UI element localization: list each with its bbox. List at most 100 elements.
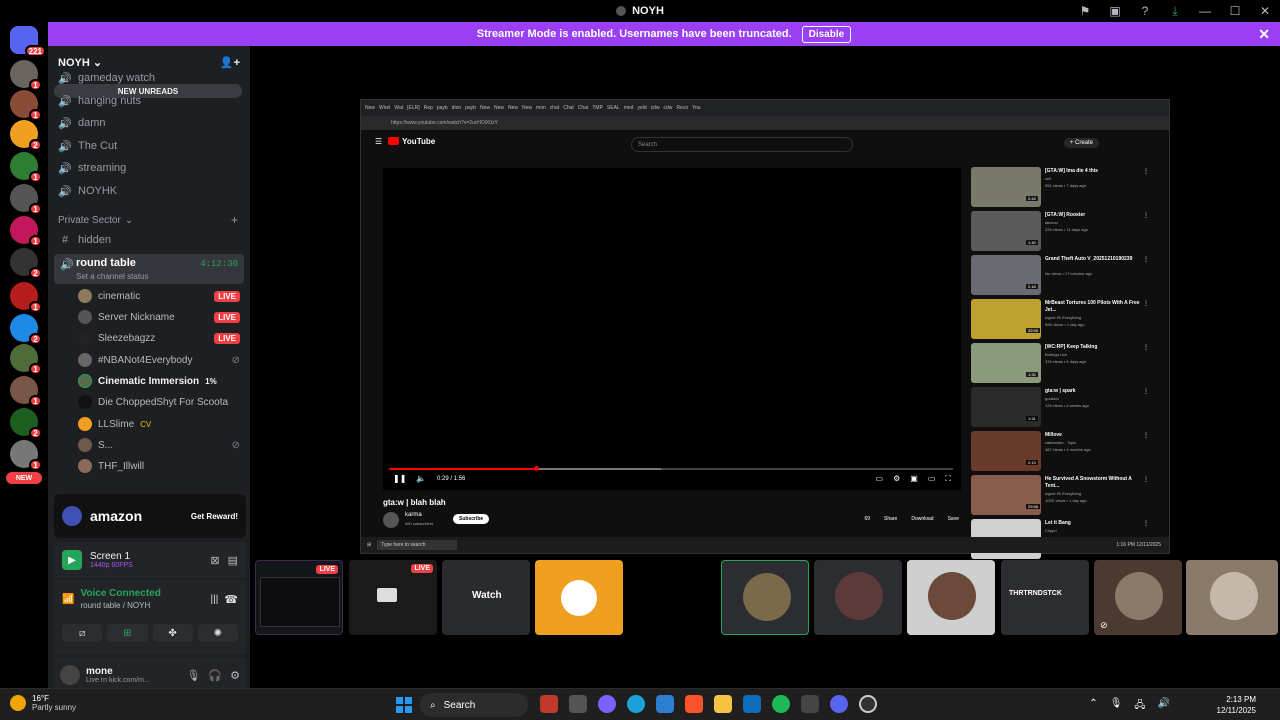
task-view-icon[interactable] xyxy=(569,695,587,713)
channel-item[interactable]: 🔊 hanging nuts xyxy=(58,91,141,111)
hashtag-icon: # xyxy=(61,234,69,246)
minimize-button[interactable]: — xyxy=(1190,0,1220,22)
voice-member[interactable]: cinematic LIVE xyxy=(78,286,240,306)
server-icon[interactable]: 2 xyxy=(10,314,42,345)
spotify-icon[interactable] xyxy=(772,695,790,713)
voice-member[interactable]: Server Nickname LIVE xyxy=(78,307,240,327)
server-icon[interactable]: 1 xyxy=(10,90,42,121)
server-icon[interactable]: 1 xyxy=(10,216,42,247)
home-button[interactable]: 221 xyxy=(10,26,46,57)
server-icon[interactable]: 1 xyxy=(10,184,42,215)
microphone-icon[interactable]: 🎙 xyxy=(186,669,200,682)
discord-icon[interactable] xyxy=(830,695,848,713)
share-screen-button[interactable]: ⊞ xyxy=(107,624,148,642)
edge-icon[interactable] xyxy=(627,695,645,713)
stream-tile[interactable]: LIVE xyxy=(349,560,437,635)
channel-status[interactable]: Set a channel status xyxy=(76,272,149,281)
inbox-icon[interactable]: ⚑ xyxy=(1070,0,1100,22)
microphone-icon[interactable]: 🎙 xyxy=(1110,698,1123,715)
server-icon[interactable]: 2 xyxy=(10,120,42,151)
participant-tile[interactable]: ⊘ xyxy=(1094,560,1182,635)
app-icon[interactable] xyxy=(859,695,877,713)
stream-view[interactable]: New Wirel Wat [ELR] Rep payb dion payb New New New… xyxy=(360,99,1170,559)
voice-member[interactable]: LLSlime CV xyxy=(78,414,240,434)
stream-tile[interactable]: LIVE xyxy=(255,560,343,635)
close-window-button[interactable]: ✕ xyxy=(1250,0,1280,22)
voice-member[interactable]: Cinematic Immersion 1% xyxy=(78,371,240,391)
voice-member[interactable]: THF_Illwill xyxy=(78,456,240,476)
server-icon[interactable]: 1 xyxy=(10,344,42,375)
channel-item[interactable]: 🔊 streaming xyxy=(58,158,126,178)
app-icon[interactable] xyxy=(801,695,819,713)
participant-tile[interactable] xyxy=(814,560,902,635)
voice-status[interactable]: Voice Connected xyxy=(80,588,160,599)
title-bar: NOYH ⚑ ▣ ? ⤓ — ☐ ✕ xyxy=(0,0,1280,22)
voice-panel: 📶 Voice Connected round table / NOYH |||… xyxy=(54,580,246,654)
server-icon[interactable]: 1 xyxy=(10,60,42,91)
channel-item[interactable]: 🔊 NOYHK xyxy=(58,181,117,201)
server-icon[interactable]: 1 xyxy=(10,376,42,407)
participant-tile[interactable]: THRTRNDSTCK xyxy=(1001,560,1089,635)
disconnect-icon[interactable]: ☎ xyxy=(224,593,238,606)
banner-close-icon[interactable]: ✕ xyxy=(1258,26,1270,43)
avatar[interactable] xyxy=(60,665,80,685)
maximize-button[interactable]: ☐ xyxy=(1220,0,1250,22)
category-header[interactable]: Private Sector ⌄ xyxy=(58,215,133,226)
voice-member[interactable]: S... ⊘ xyxy=(78,435,240,455)
stop-stream-icon[interactable]: ⊠ xyxy=(210,554,219,567)
server-icon[interactable]: 1 xyxy=(10,440,42,471)
help-icon[interactable]: ? xyxy=(1130,0,1160,22)
copilot-icon[interactable] xyxy=(598,695,616,713)
server-icon[interactable]: 2 xyxy=(10,408,42,439)
participant-tile[interactable] xyxy=(628,560,716,635)
start-button[interactable] xyxy=(396,697,412,713)
taskbar-search[interactable]: ⌕ Search xyxy=(420,693,528,717)
new-servers-pill[interactable]: NEW xyxy=(6,472,42,484)
active-voice-channel[interactable]: 🔊 round table Set a channel status 4:12:… xyxy=(54,254,244,284)
screen-icon[interactable]: ▣ xyxy=(1100,0,1130,22)
volume-icon[interactable]: 🔊 xyxy=(1158,698,1170,715)
taskbar-clock[interactable]: 2:13 PM 12/11/2025 xyxy=(1217,694,1256,716)
add-channel-icon[interactable]: + xyxy=(231,213,238,227)
channel-item[interactable]: 🔊 The Cut xyxy=(58,136,117,156)
live-badge: LIVE xyxy=(214,332,240,344)
headphones-icon[interactable]: 🎧 xyxy=(208,669,222,682)
store-icon[interactable] xyxy=(656,695,674,713)
brave-icon[interactable] xyxy=(685,695,703,713)
invite-people-icon[interactable]: 👤+ xyxy=(220,56,240,69)
server-icon[interactable]: 2 xyxy=(10,248,42,279)
participant-tile[interactable] xyxy=(1186,560,1278,635)
voice-member[interactable]: Die ChoppedShyt For Scoota xyxy=(78,392,240,412)
voice-member[interactable]: #NBANot4Everybody ⊘ xyxy=(78,350,240,370)
disable-streamer-mode-button[interactable]: Disable xyxy=(801,25,852,43)
update-download-icon[interactable]: ⤓ xyxy=(1160,0,1190,22)
participant-tile[interactable] xyxy=(907,560,995,635)
network-icon[interactable]: 🖧 xyxy=(1134,698,1145,715)
signal-icon[interactable]: 📶 xyxy=(62,594,74,605)
server-icon[interactable]: 1 xyxy=(10,282,42,313)
voice-location[interactable]: round table / NOYH xyxy=(80,601,160,610)
weather-widget[interactable]: 16°F Partly sunny xyxy=(10,694,76,712)
soundboard-button[interactable]: ✺ xyxy=(197,624,238,642)
recommended-title: [WC:RP] Keep Talking xyxy=(1045,344,1098,350)
browser-tab: payb xyxy=(465,105,476,111)
chevron-up-icon[interactable]: ⌃ xyxy=(1089,698,1097,715)
noise-suppression-icon[interactable]: ||| xyxy=(211,594,219,605)
channel-item[interactable]: 🔊 damn xyxy=(58,113,105,133)
promo-banner[interactable]: amazon Get Reward! xyxy=(54,494,246,538)
channel-item[interactable]: # hidden xyxy=(58,230,111,250)
get-reward-button[interactable]: Get Reward! xyxy=(191,512,238,521)
mail-icon[interactable] xyxy=(743,695,761,713)
activities-button[interactable]: ✤ xyxy=(152,624,193,642)
widgets-icon[interactable] xyxy=(540,695,558,713)
watch-stream-tile[interactable]: Watch xyxy=(442,560,530,635)
camera-off-button[interactable]: ⧄ xyxy=(62,624,103,642)
voice-member[interactable]: Sleezebagzz LIVE xyxy=(78,328,240,348)
server-icon[interactable]: 1 xyxy=(10,152,42,183)
participant-tile[interactable] xyxy=(535,560,623,635)
stream-settings-icon[interactable]: ▤ xyxy=(228,554,238,567)
participant-tile[interactable] xyxy=(721,560,809,635)
recommended-meta: godskin xyxy=(1045,396,1059,401)
gear-icon[interactable]: ⚙ xyxy=(230,669,240,682)
file-explorer-icon[interactable] xyxy=(714,695,732,713)
